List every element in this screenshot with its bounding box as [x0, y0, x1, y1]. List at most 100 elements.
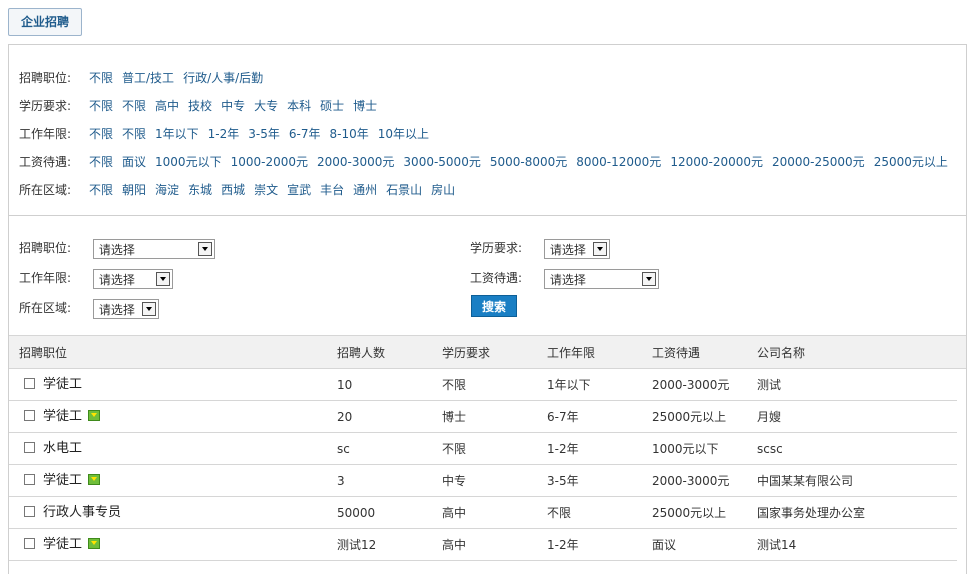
cell-salary: 25000元以上	[652, 410, 727, 424]
search-button[interactable]: 搜索	[471, 295, 517, 317]
tab-enterprise-recruitment[interactable]: 企业招聘	[8, 8, 83, 36]
filter-option[interactable]: 丰台	[320, 183, 344, 197]
filter-option[interactable]: 面议	[122, 155, 146, 169]
cell-company: 国家事务处理办公室	[757, 506, 866, 520]
filter-option[interactable]: 1年以下	[155, 127, 199, 141]
salary-select[interactable]: 请选择	[543, 268, 659, 289]
dropdown-arrow-icon	[155, 271, 170, 286]
filter-option[interactable]: 中专	[221, 99, 245, 113]
header-salary: 工资待遇	[652, 346, 701, 360]
filter-label: 所在区域:	[19, 183, 72, 197]
table-header: 招聘职位 招聘人数 学历要求 工作年限 工资待遇 公司名称	[9, 335, 966, 369]
row-checkbox[interactable]	[24, 506, 35, 517]
cell-salary: 面议	[652, 538, 677, 552]
filter-option[interactable]: 不限	[89, 99, 113, 113]
filter-option[interactable]: 12000-20000元	[670, 155, 763, 169]
cell-experience: 6-7年	[547, 410, 579, 424]
cell-education: 高中	[442, 538, 467, 552]
row-checkbox[interactable]	[24, 474, 35, 485]
cell-education: 高中	[442, 506, 467, 520]
filter-option[interactable]: 东城	[188, 183, 212, 197]
filter-option[interactable]: 不限	[89, 71, 113, 85]
filter-option[interactable]: 石景山	[386, 183, 422, 197]
filter-option[interactable]: 崇文	[254, 183, 278, 197]
filter-option[interactable]: 6-7年	[289, 127, 321, 141]
cell-education: 博士	[442, 410, 467, 424]
filter-option[interactable]: 5000-8000元	[490, 155, 567, 169]
cell-experience: 1年以下	[547, 378, 591, 392]
recruitment-panel: 招聘职位: 不限 普工/技工 行政/人事/后勤 学历要求: 不限 不限 高中 技校 中专 大专 本科硕…	[8, 44, 967, 574]
filter-option[interactable]: 不限	[89, 183, 113, 197]
cell-count: sc	[337, 442, 350, 456]
filter-option[interactable]: 普工/技工	[122, 71, 174, 85]
table-row: 学徒工 20 博士 6-7年 25000元以上 月嫂	[9, 401, 957, 433]
job-title-cell: 行政人事专员	[43, 497, 121, 529]
filter-option[interactable]: 行政/人事/后勤	[183, 71, 263, 85]
cell-experience: 不限	[547, 506, 572, 520]
filter-option[interactable]: 20000-25000元	[772, 155, 865, 169]
job-title-link[interactable]: 学徒工	[43, 473, 82, 488]
filter-area: 招聘职位: 不限 普工/技工 行政/人事/后勤 学历要求: 不限 不限 高中 技校 中专 大专 本科硕…	[9, 45, 966, 216]
job-title-link[interactable]: 学徒工	[43, 537, 82, 552]
area-select-value: 请选择	[98, 302, 135, 317]
job-title-link[interactable]: 水电工	[43, 441, 82, 456]
filter-option[interactable]: 10年以上	[378, 127, 429, 141]
cell-company: scsc	[757, 442, 783, 456]
row-checkbox[interactable]	[24, 442, 35, 453]
cell-count: 10	[337, 378, 353, 392]
filter-option[interactable]: 不限	[89, 155, 113, 169]
hot-badge-icon	[88, 538, 101, 549]
experience-label: 工作年限:	[19, 271, 72, 285]
filter-row: 所在区域: 不限 朝阳 海淀 东城 西城 崇文 宣武 丰台 通州 石景山 房山	[19, 180, 464, 200]
filter-option[interactable]: 3000-5000元	[403, 155, 480, 169]
cell-count: 测试12	[337, 538, 377, 552]
filter-row: 招聘职位: 不限 普工/技工 行政/人事/后勤	[19, 68, 272, 88]
education-select[interactable]: 请选择	[543, 238, 610, 259]
filter-option[interactable]: 8000-12000元	[576, 155, 661, 169]
tab-bar: 企业招聘	[8, 8, 83, 36]
filter-option[interactable]: 不限	[89, 127, 113, 141]
filter-option[interactable]: 2000-3000元	[317, 155, 394, 169]
education-select-value: 请选择	[549, 242, 586, 257]
filter-option[interactable]: 硕士	[320, 99, 344, 113]
dropdown-arrow-icon	[197, 241, 212, 256]
filter-row: 工作年限: 不限 不限 1年以下 1-2年 3-5年 6-7年 8-10年 10年以上	[19, 124, 438, 144]
header-education: 学历要求	[442, 346, 491, 360]
job-title-link[interactable]: 学徒工	[43, 377, 82, 392]
job-title-link[interactable]: 学徒工	[43, 409, 82, 424]
education-label: 学历要求:	[470, 241, 523, 255]
filter-option[interactable]: 不限	[122, 127, 146, 141]
filter-option[interactable]: 1-2年	[208, 127, 240, 141]
row-checkbox[interactable]	[24, 410, 35, 421]
filter-option[interactable]: 不限	[122, 99, 146, 113]
dropdown-arrow-icon	[592, 241, 607, 256]
filter-option[interactable]: 技校	[188, 99, 212, 113]
cell-education: 中专	[442, 474, 467, 488]
filter-option[interactable]: 本科	[287, 99, 311, 113]
job-title-link[interactable]: 行政人事专员	[43, 505, 121, 520]
salary-field: 工资待遇: 请选择	[470, 267, 659, 289]
table-row: 学徒工 测试12 高中 1-2年 面议 测试14	[9, 529, 957, 561]
position-select[interactable]: 请选择	[92, 238, 215, 259]
filter-option[interactable]: 宣武	[287, 183, 311, 197]
experience-select[interactable]: 请选择	[92, 268, 173, 289]
filter-option[interactable]: 大专	[254, 99, 278, 113]
filter-option[interactable]: 25000元以上	[874, 155, 948, 169]
row-checkbox[interactable]	[24, 538, 35, 549]
salary-select-value: 请选择	[549, 272, 586, 287]
filter-option[interactable]: 通州	[353, 183, 377, 197]
filter-option[interactable]: 博士	[353, 99, 377, 113]
table-row: 行政人事专员 50000 高中 不限 25000元以上 国家事务处理办公室	[9, 497, 957, 529]
filter-option[interactable]: 8-10年	[330, 127, 369, 141]
cell-company: 测试	[757, 378, 782, 392]
filter-option[interactable]: 1000-2000元	[231, 155, 308, 169]
area-select[interactable]: 请选择	[92, 298, 159, 319]
filter-option[interactable]: 房山	[431, 183, 455, 197]
filter-option[interactable]: 海淀	[155, 183, 179, 197]
filter-option[interactable]: 西城	[221, 183, 245, 197]
filter-option[interactable]: 高中	[155, 99, 179, 113]
filter-option[interactable]: 1000元以下	[155, 155, 222, 169]
filter-option[interactable]: 3-5年	[248, 127, 280, 141]
row-checkbox[interactable]	[24, 378, 35, 389]
filter-option[interactable]: 朝阳	[122, 183, 146, 197]
